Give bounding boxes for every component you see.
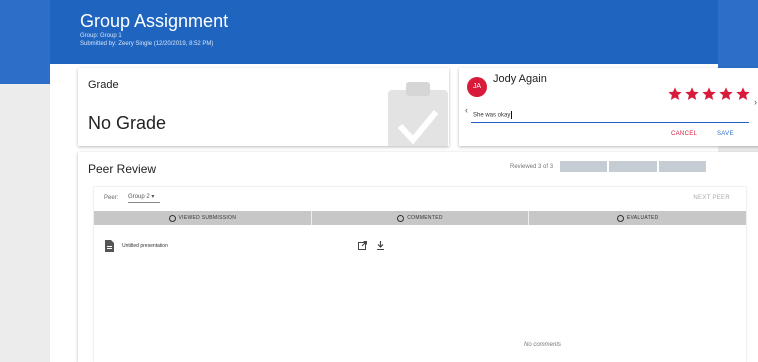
progress-segment xyxy=(609,161,657,172)
circle-icon xyxy=(168,214,176,222)
submission-file-name[interactable]: Untitled presentation xyxy=(122,243,168,249)
status-label: VIEWED SUBMISSION xyxy=(178,215,237,221)
status-viewed-submission: VIEWED SUBMISSION xyxy=(94,211,312,225)
star-icon[interactable] xyxy=(718,86,734,102)
text-caret xyxy=(511,111,513,119)
review-progress-bar xyxy=(560,161,706,172)
download-icon[interactable] xyxy=(376,241,385,250)
chevron-down-icon: ▾ xyxy=(151,194,155,200)
grade-label: Grade xyxy=(88,79,119,91)
peer-label: Peer: xyxy=(104,195,119,201)
grade-value: No Grade xyxy=(88,113,167,133)
page-title: Group Assignment xyxy=(80,11,229,31)
review-status-bar: VIEWED SUBMISSION COMMENTED EVALUATED xyxy=(94,211,746,225)
progress-segment xyxy=(658,161,706,172)
comment-text-value: She was okay xyxy=(473,112,511,119)
star-icon[interactable] xyxy=(701,86,717,102)
peer-select-value: Group 2 xyxy=(128,194,150,200)
chevron-right-icon[interactable]: › xyxy=(754,97,757,107)
assignment-header: Group Assignment Group: Group 1 Submitte… xyxy=(50,0,718,64)
status-evaluated: EVALUATED xyxy=(529,211,746,225)
open-in-new-icon[interactable] xyxy=(358,241,367,250)
document-icon xyxy=(105,240,114,252)
peer-panel: Peer: Group 2 ▾ NEXT PEER VIEWED SUBMISS… xyxy=(94,187,746,362)
comment-input-underline xyxy=(471,122,749,123)
star-icon[interactable] xyxy=(735,86,751,102)
peer-review-title: Peer Review xyxy=(88,162,157,176)
comment-author: Jody Again xyxy=(493,73,547,85)
status-label: COMMENTED xyxy=(407,215,443,221)
clipboard-check-icon xyxy=(388,82,448,146)
status-label: EVALUATED xyxy=(626,215,659,221)
evaluation-comment-card: JA Jody Again ‹ › She was okay CANCEL SA… xyxy=(459,68,758,146)
submitted-line: Submitted by: Zeery Single (12/20/2019, … xyxy=(80,41,214,47)
peer-select[interactable]: Group 2 ▾ xyxy=(128,193,160,203)
comment-input[interactable]: She was okay xyxy=(473,111,513,119)
chevron-left-icon[interactable]: ‹ xyxy=(465,105,468,115)
assignment-page: Group Assignment Group: Group 1 Submitte… xyxy=(50,0,758,362)
grade-card: Grade No Grade xyxy=(78,68,449,146)
reviewed-count: Reviewed 3 of 3 xyxy=(510,164,554,170)
save-button[interactable]: SAVE xyxy=(717,131,734,137)
cancel-button[interactable]: CANCEL xyxy=(671,131,697,137)
circle-icon xyxy=(397,214,405,222)
peer-review-card: Peer Review Reviewed 3 of 3 Peer: Group … xyxy=(78,152,758,362)
status-commented: COMMENTED xyxy=(312,211,530,225)
progress-segment xyxy=(560,161,608,172)
no-comments-text: No comments xyxy=(524,342,562,348)
star-rating[interactable] xyxy=(667,86,752,102)
star-icon[interactable] xyxy=(667,86,683,102)
group-line: Group: Group 1 xyxy=(80,33,122,39)
avatar: JA xyxy=(467,77,487,97)
circle-icon xyxy=(616,214,624,222)
next-peer-button[interactable]: NEXT PEER xyxy=(693,195,730,201)
star-icon[interactable] xyxy=(684,86,700,102)
